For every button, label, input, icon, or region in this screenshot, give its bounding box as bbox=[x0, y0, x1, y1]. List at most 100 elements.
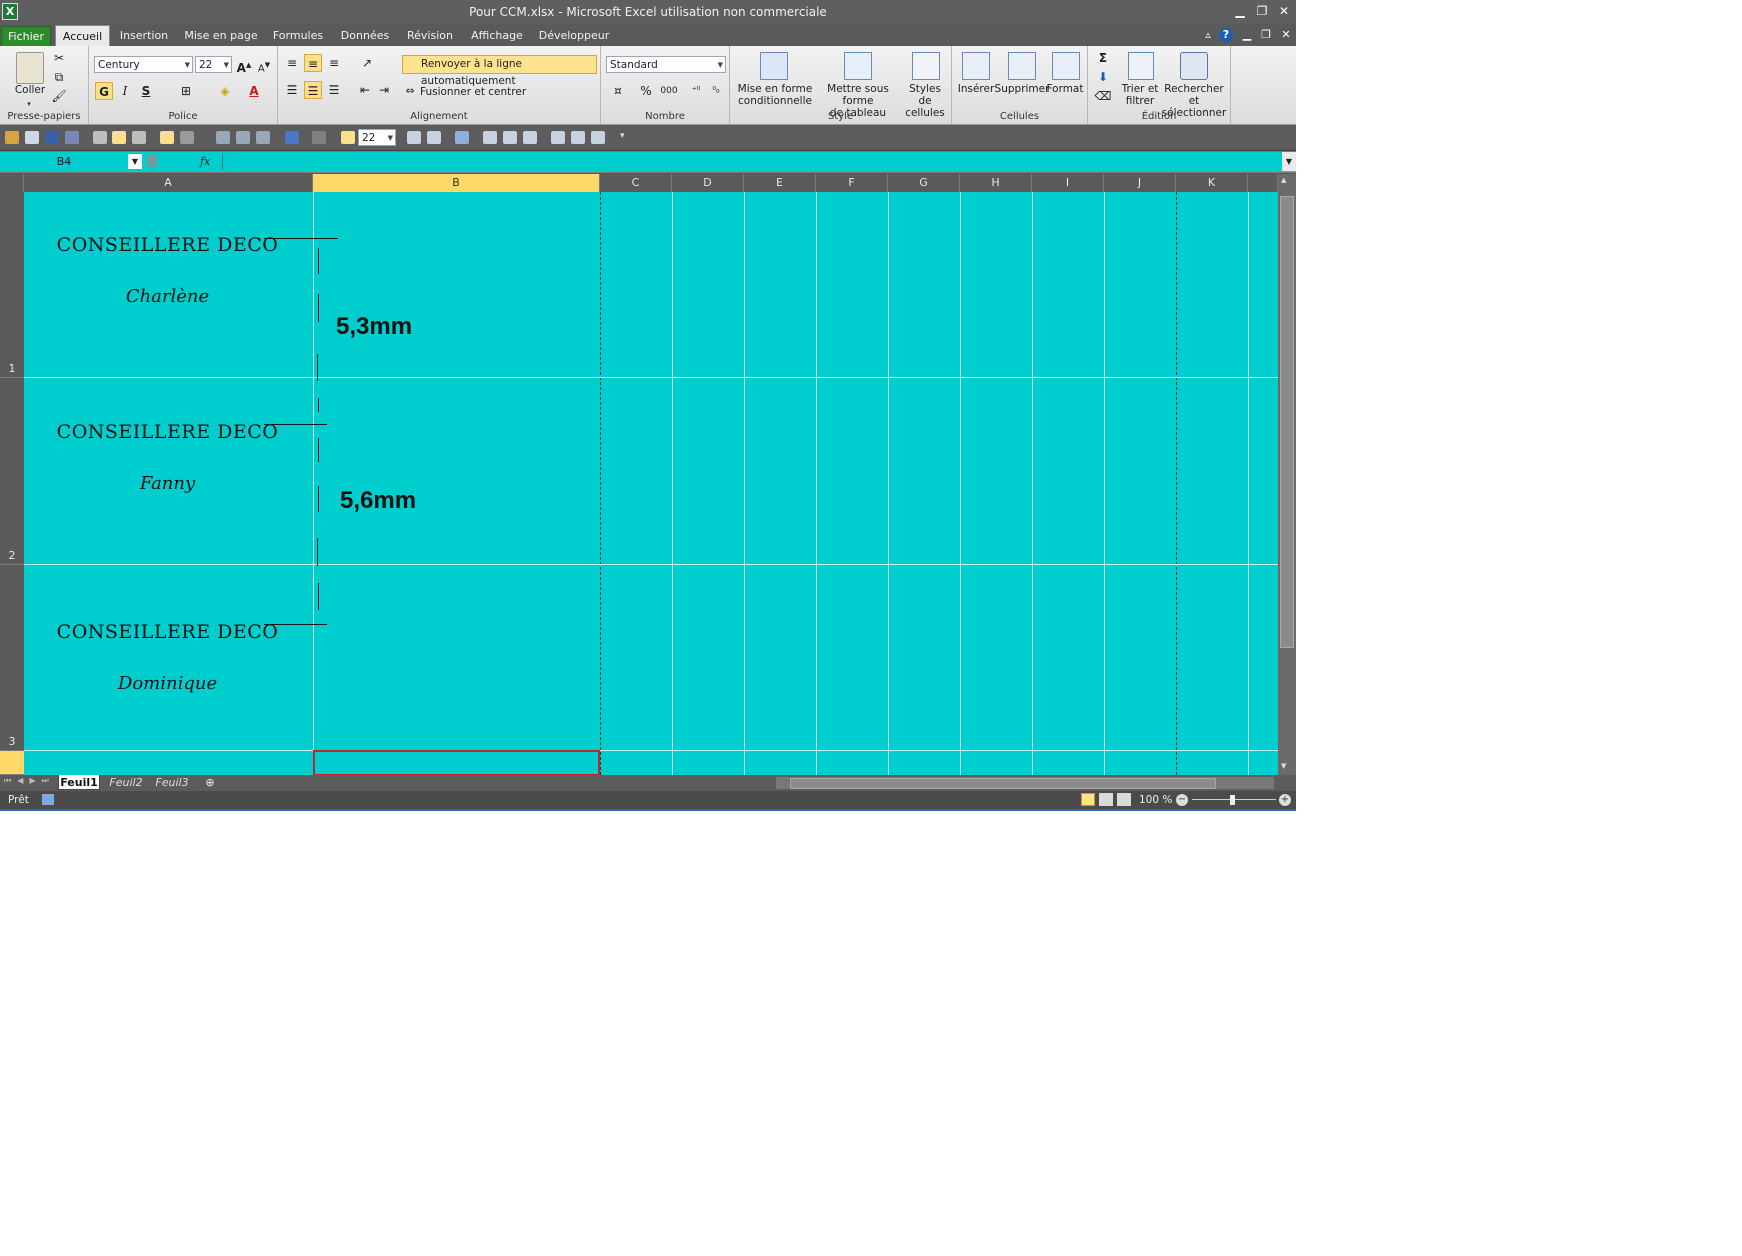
qat-grid-icon[interactable] bbox=[483, 131, 497, 144]
align-middle-icon[interactable]: ≡ bbox=[304, 54, 322, 72]
qat-strike-icon[interactable] bbox=[180, 131, 194, 144]
grow-font-icon[interactable]: A▲ bbox=[235, 56, 253, 75]
align-center-icon[interactable]: ☰ bbox=[304, 81, 322, 99]
merge-icon[interactable]: ⇔ bbox=[404, 85, 416, 97]
wb-close-icon[interactable]: ✕ bbox=[1278, 28, 1294, 42]
decrease-indent-icon[interactable]: ⇤ bbox=[356, 81, 374, 99]
percent-button[interactable]: % bbox=[637, 82, 655, 100]
bold-button[interactable]: G bbox=[95, 82, 113, 100]
column-header-b[interactable]: B bbox=[313, 174, 600, 192]
conditional-format-button[interactable]: Mise en forme conditionnelle bbox=[734, 83, 816, 107]
formula-input[interactable] bbox=[222, 153, 1281, 170]
paste-icon[interactable] bbox=[16, 52, 44, 84]
align-right-icon[interactable]: ☰ bbox=[325, 81, 343, 99]
font-color-icon[interactable]: A bbox=[245, 82, 263, 100]
qat-freeze-icon[interactable] bbox=[503, 131, 517, 144]
minimize-icon[interactable]: ▁ bbox=[1232, 4, 1248, 18]
save-icon[interactable] bbox=[45, 131, 59, 144]
row-header-1[interactable]: 1 bbox=[0, 192, 24, 378]
restore-icon[interactable]: ❐ bbox=[1254, 4, 1270, 18]
binoculars-icon[interactable] bbox=[1180, 52, 1208, 80]
merge-center-button[interactable]: Fusionner et centrer bbox=[420, 86, 526, 98]
tab-accueil[interactable]: Accueil bbox=[55, 25, 110, 47]
tab-fichier[interactable]: Fichier bbox=[1, 26, 51, 48]
column-header-h[interactable]: H bbox=[960, 174, 1032, 192]
qat-customize-icon[interactable]: ▾ bbox=[620, 131, 630, 144]
qat-align-center-icon[interactable] bbox=[112, 131, 126, 144]
autosum-button[interactable]: Σ bbox=[1094, 49, 1112, 67]
zoom-in-icon[interactable]: + bbox=[1279, 794, 1291, 806]
row-header-2[interactable]: 2 bbox=[0, 378, 24, 565]
align-top-icon[interactable]: ≡ bbox=[283, 54, 301, 72]
horizontal-scroll-thumb[interactable] bbox=[790, 778, 1216, 789]
qat-chart-icon[interactable] bbox=[455, 131, 469, 144]
help-icon[interactable]: ? bbox=[1219, 28, 1233, 42]
underline-button[interactable]: S bbox=[137, 82, 155, 100]
active-cell-b4[interactable] bbox=[313, 750, 600, 775]
name-box-dropdown-icon[interactable]: ▼ bbox=[128, 154, 142, 169]
macro-record-icon[interactable] bbox=[42, 794, 54, 805]
tab-formules[interactable]: Formules bbox=[268, 28, 328, 46]
normal-view-icon[interactable] bbox=[1081, 793, 1095, 806]
align-left-icon[interactable]: ☰ bbox=[283, 81, 301, 99]
horizontal-scrollbar[interactable] bbox=[776, 777, 1274, 789]
tab-mise-en-page[interactable]: Mise en page bbox=[181, 28, 261, 46]
expand-formula-icon[interactable]: ▼ bbox=[1282, 152, 1296, 171]
delete-button[interactable]: Supprimer bbox=[994, 83, 1050, 95]
zoom-slider-handle[interactable] bbox=[1230, 795, 1235, 805]
wb-restore-icon[interactable]: ❐ bbox=[1258, 28, 1274, 42]
paste-button[interactable]: Coller bbox=[10, 84, 50, 96]
scroll-up-icon[interactable]: ▲ bbox=[1281, 176, 1286, 184]
increase-indent-icon[interactable]: ⇥ bbox=[375, 81, 393, 99]
font-size-select[interactable]: 22 ▼ bbox=[195, 56, 232, 73]
insert-button[interactable]: Insérer bbox=[954, 83, 998, 95]
qat-paste-icon[interactable] bbox=[256, 131, 270, 144]
column-header-c[interactable]: C bbox=[600, 174, 672, 192]
collapse-ribbon-icon[interactable]: ▵ bbox=[1200, 28, 1216, 42]
column-header-l[interactable] bbox=[1248, 174, 1278, 192]
fill-color-icon[interactable]: ◈ bbox=[216, 82, 234, 100]
spelling-icon[interactable] bbox=[65, 131, 79, 144]
qat-move-icon[interactable] bbox=[551, 131, 565, 144]
worksheet-grid[interactable]: CONSEILLERE DECO Charlène CONSEILLERE DE… bbox=[24, 192, 1278, 775]
undo-icon[interactable] bbox=[285, 131, 299, 144]
sheet-tab-feuil3[interactable]: Feuil3 bbox=[150, 775, 194, 790]
sort-filter-button[interactable]: Trier et filtrer bbox=[1118, 83, 1162, 107]
name-box[interactable]: B4 bbox=[0, 153, 128, 170]
insert-function-button[interactable]: fx bbox=[200, 152, 218, 171]
copy-icon[interactable]: ⧉ bbox=[50, 68, 68, 86]
format-painter-icon[interactable]: 🖌 bbox=[50, 87, 68, 105]
qat-draw-icon[interactable] bbox=[591, 131, 605, 144]
tab-developpeur[interactable]: Développeur bbox=[535, 28, 613, 46]
select-all-corner[interactable] bbox=[0, 174, 24, 192]
cut-icon[interactable]: ✂ bbox=[50, 49, 68, 67]
column-header-i[interactable]: I bbox=[1032, 174, 1104, 192]
tab-insertion[interactable]: Insertion bbox=[115, 28, 173, 46]
italic-button[interactable]: I bbox=[116, 82, 134, 100]
sheet-tab-feuil1[interactable]: Feuil1 bbox=[58, 775, 100, 790]
font-name-select[interactable]: Century ▼ bbox=[94, 56, 193, 73]
new-sheet-icon[interactable]: ⊕ bbox=[198, 775, 222, 790]
format-cells-icon[interactable] bbox=[1052, 52, 1080, 80]
wb-minimize-icon[interactable]: ▁ bbox=[1239, 28, 1255, 42]
qat-font-size-select[interactable]: 22 ▼ bbox=[358, 129, 396, 146]
fill-icon[interactable]: ⬇ bbox=[1094, 68, 1112, 86]
qat-middle-align-icon[interactable] bbox=[160, 131, 174, 144]
sheet-nav-icons[interactable]: ⏮◀▶⏭ bbox=[4, 776, 55, 786]
insert-cells-icon[interactable] bbox=[962, 52, 990, 80]
delete-cells-icon[interactable] bbox=[1008, 52, 1036, 80]
paste-dropdown-icon[interactable]: ▾ bbox=[24, 98, 34, 110]
qat-form-icon[interactable] bbox=[427, 131, 441, 144]
vertical-scrollbar[interactable]: ▲ ▼ bbox=[1278, 174, 1296, 775]
zoom-out-icon[interactable]: − bbox=[1176, 794, 1188, 806]
page-layout-view-icon[interactable] bbox=[1099, 793, 1113, 806]
column-header-e[interactable]: E bbox=[744, 174, 816, 192]
column-header-g[interactable]: G bbox=[888, 174, 960, 192]
column-header-j[interactable]: J bbox=[1104, 174, 1176, 192]
qat-align-right-icon[interactable] bbox=[132, 131, 146, 144]
borders-icon[interactable]: ⊞ bbox=[177, 82, 195, 100]
close-icon[interactable]: ✕ bbox=[1276, 4, 1292, 18]
format-as-table-icon[interactable] bbox=[844, 52, 872, 80]
print-preview-icon[interactable] bbox=[25, 131, 39, 144]
format-button[interactable]: Format bbox=[1046, 83, 1084, 95]
